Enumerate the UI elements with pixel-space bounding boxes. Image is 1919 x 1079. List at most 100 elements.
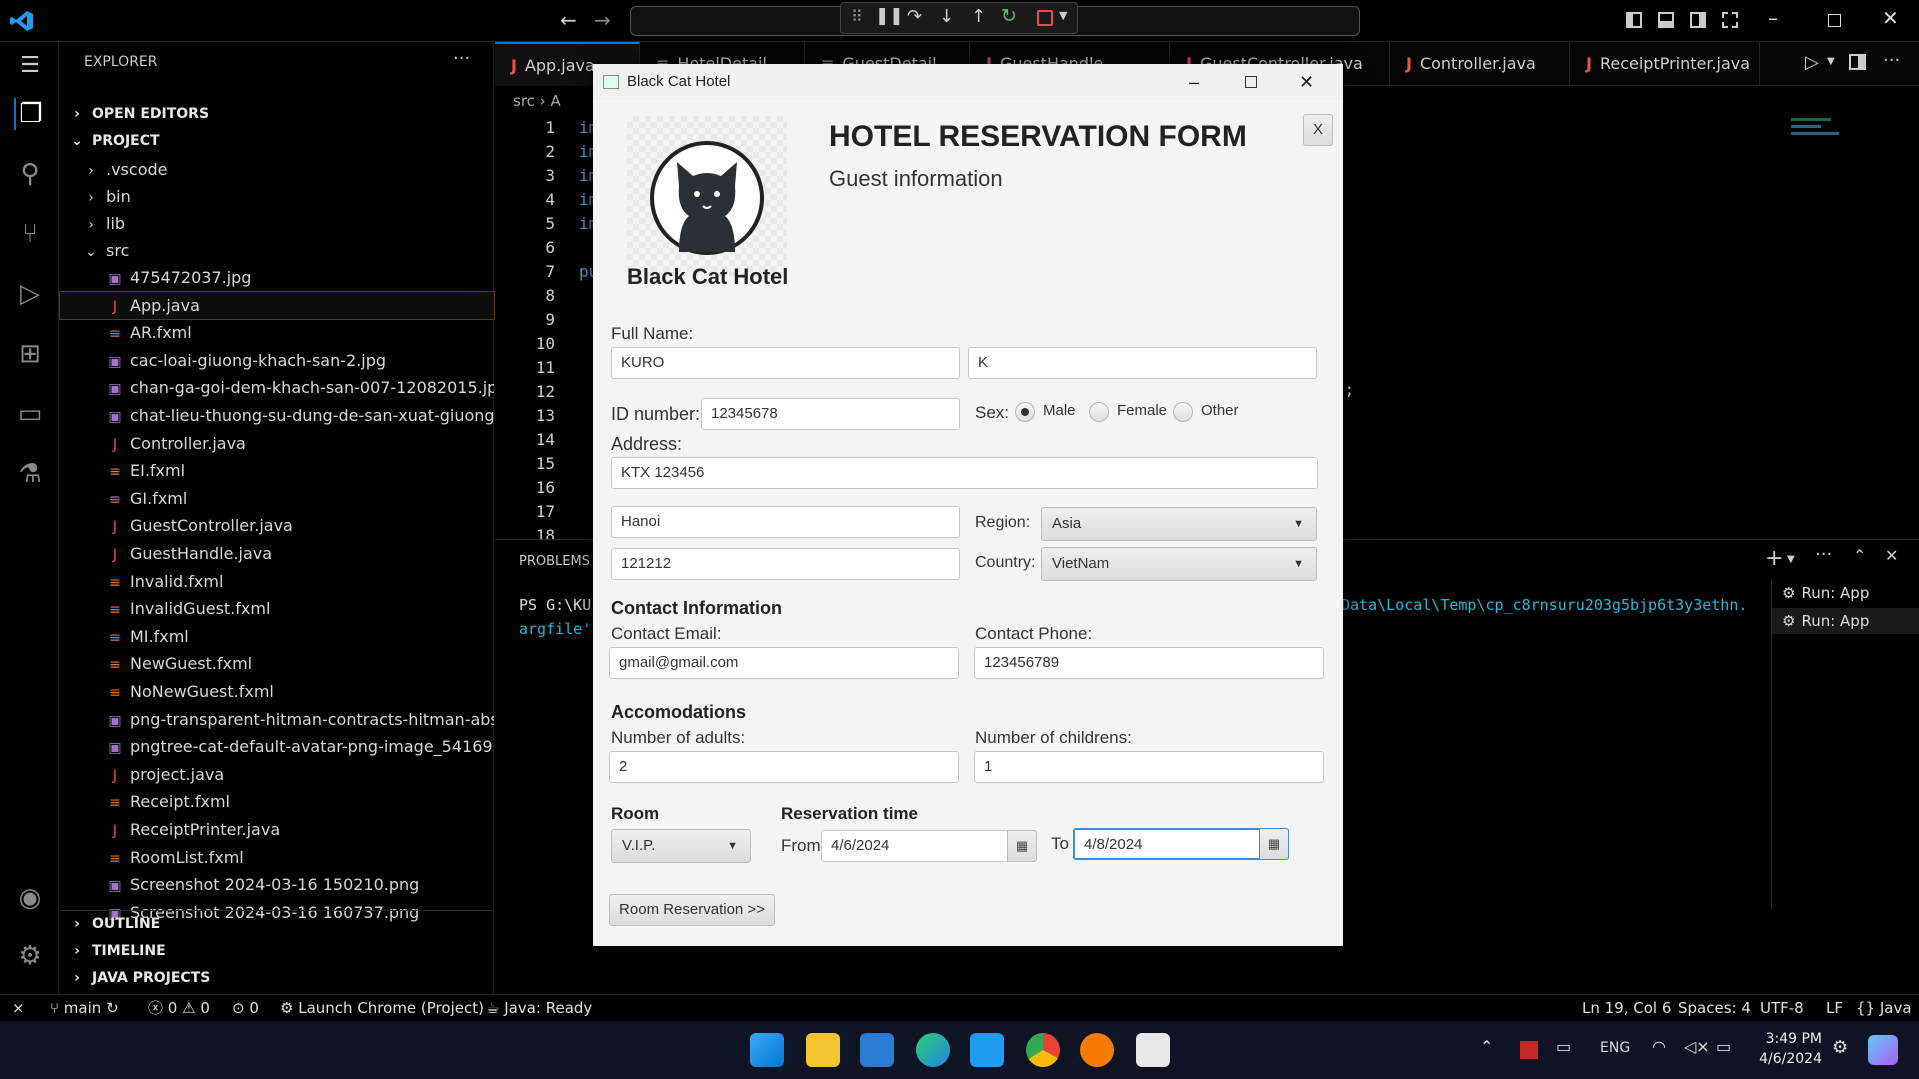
- vivaldi-tray-icon[interactable]: [1520, 1041, 1538, 1059]
- java-app-icon[interactable]: [1136, 1033, 1170, 1067]
- folder-lib[interactable]: › lib: [60, 210, 494, 237]
- tab-problems[interactable]: PROBLEMS: [519, 554, 590, 569]
- file-item[interactable]: ≡ RoomList.fxml: [60, 844, 494, 871]
- back-arrow-icon[interactable]: ←: [560, 8, 577, 32]
- calendar-icon[interactable]: ▦: [1007, 830, 1037, 862]
- close-panel-icon[interactable]: ✕: [1885, 546, 1898, 565]
- tab-receiptprinter[interactable]: J ReceiptPrinter.java: [1570, 42, 1760, 86]
- sex-male-radio[interactable]: [1015, 402, 1035, 422]
- restart-icon[interactable]: ↻: [1001, 5, 1017, 27]
- edge-icon[interactable]: [916, 1033, 950, 1067]
- customize-layout-icon[interactable]: [1722, 12, 1738, 28]
- clock[interactable]: 3:49 PM 4/6/2024: [1752, 1029, 1822, 1069]
- language-mode[interactable]: {} Java: [1856, 995, 1912, 1022]
- language-indicator[interactable]: ENG: [1600, 1040, 1630, 1056]
- ports-indicator[interactable]: ⊙ 0: [232, 995, 259, 1022]
- cursor-position[interactable]: Ln 19, Col 6: [1582, 995, 1671, 1022]
- close-icon[interactable]: ✕: [1882, 6, 1899, 30]
- encoding[interactable]: UTF-8: [1760, 995, 1804, 1022]
- file-item[interactable]: ▣ png-transparent-hitman-contracts-hitman…: [60, 706, 494, 733]
- file-item[interactable]: J App.java: [59, 290, 495, 320]
- project-section[interactable]: ⌄ PROJECT: [60, 128, 494, 155]
- run-icon[interactable]: ▷: [1805, 52, 1819, 73]
- run-debug-icon[interactable]: ▷: [14, 278, 46, 310]
- file-item[interactable]: ▣ Screenshot 2024-03-16 150210.png: [60, 871, 494, 898]
- remote-explorer-icon[interactable]: ▭: [14, 398, 46, 430]
- launch-config[interactable]: ⚙ Launch Chrome (Project): [280, 995, 484, 1022]
- copilot-icon[interactable]: [1868, 1035, 1898, 1065]
- file-item[interactable]: ▣ chan-ga-goi-dem-khach-san-007-12082015.…: [60, 374, 494, 401]
- mail-icon[interactable]: [860, 1033, 894, 1067]
- file-item[interactable]: ≡ Receipt.fxml: [60, 788, 494, 815]
- file-item[interactable]: ≡ NewGuest.fxml: [60, 650, 494, 677]
- room-select[interactable]: V.I.P. ▼: [611, 829, 751, 863]
- city-input[interactable]: Hanoi: [611, 506, 960, 538]
- maximize-icon[interactable]: [1245, 76, 1257, 88]
- problems-indicator[interactable]: ⓧ 0 ⚠ 0: [148, 995, 210, 1022]
- outline-section[interactable]: › OUTLINE: [60, 911, 494, 938]
- first-name-input[interactable]: KURO: [611, 347, 960, 379]
- settings-gear-icon[interactable]: ⚙: [14, 940, 46, 972]
- terminal-item[interactable]: ⚙ Run: App: [1772, 608, 1919, 634]
- sex-other-radio[interactable]: [1173, 402, 1193, 422]
- region-select[interactable]: Asia ▼: [1041, 507, 1317, 541]
- folder-src[interactable]: ⌄ src: [60, 237, 494, 264]
- toggle-sidebar-icon[interactable]: [1626, 12, 1642, 28]
- settings-tray-icon[interactable]: ⚙: [1832, 1037, 1848, 1058]
- sex-female-radio[interactable]: [1089, 402, 1109, 422]
- forward-arrow-icon[interactable]: →: [594, 8, 611, 32]
- step-over-icon[interactable]: ↷: [907, 6, 922, 27]
- chevron-down-icon[interactable]: ▼: [1827, 56, 1835, 67]
- battery-icon[interactable]: ▭: [1716, 1037, 1731, 1056]
- chevron-down-icon[interactable]: ▼: [1787, 554, 1795, 565]
- file-item[interactable]: ≡ GI.fxml: [60, 485, 494, 512]
- search-icon[interactable]: ⚲: [14, 158, 46, 190]
- more-actions-icon[interactable]: ···: [1883, 50, 1900, 71]
- email-input[interactable]: gmail@gmail.com: [609, 647, 959, 679]
- maximize-panel-icon[interactable]: ⌃: [1853, 546, 1866, 565]
- country-select[interactable]: VietNam ▼: [1041, 547, 1317, 581]
- address-input[interactable]: KTX 123456: [611, 457, 1318, 489]
- files-icon[interactable]: ❐: [14, 98, 46, 130]
- from-date-input[interactable]: 4/6/2024: [821, 830, 1009, 862]
- vscode-icon[interactable]: [970, 1033, 1004, 1067]
- stop-icon[interactable]: [1037, 10, 1053, 26]
- start-icon[interactable]: [750, 1033, 784, 1067]
- postal-code-input[interactable]: 121212: [611, 548, 960, 580]
- file-item[interactable]: ▣ pngtree-cat-default-avatar-png-image_54…: [60, 733, 494, 760]
- chrome-icon[interactable]: [1026, 1033, 1060, 1067]
- chevron-up-icon[interactable]: ⌃: [1480, 1037, 1493, 1056]
- timeline-section[interactable]: › TIMELINE: [60, 938, 494, 965]
- file-item[interactable]: J GuestController.java: [60, 512, 494, 539]
- more-actions-icon[interactable]: ···: [453, 48, 470, 69]
- file-item[interactable]: Jproject.java: [60, 761, 494, 788]
- file-item[interactable]: ▣ chat-lieu-thuong-su-dung-de-san-xuat-gi…: [60, 402, 494, 429]
- window-titlebar[interactable]: Black Cat Hotel – ✕: [593, 64, 1343, 100]
- room-reservation-button[interactable]: Room Reservation >>: [609, 894, 775, 926]
- file-item[interactable]: J Controller.java: [60, 430, 494, 457]
- chevron-down-icon[interactable]: ▼: [1059, 9, 1067, 22]
- indentation[interactable]: Spaces: 4: [1678, 995, 1751, 1022]
- file-item[interactable]: ≡ InvalidGuest.fxml: [60, 595, 494, 622]
- to-date-input[interactable]: 4/8/2024: [1073, 828, 1261, 860]
- close-form-button[interactable]: X: [1303, 114, 1333, 146]
- split-editor-icon[interactable]: [1849, 54, 1866, 70]
- branch-indicator[interactable]: ⑂ main ↻: [50, 995, 119, 1022]
- toggle-panel-icon[interactable]: [1658, 12, 1674, 28]
- close-icon[interactable]: ✕: [1299, 64, 1314, 100]
- file-item[interactable]: J ReceiptPrinter.java: [60, 816, 494, 843]
- calendar-icon[interactable]: ▦: [1259, 828, 1289, 860]
- menu-icon[interactable]: ☰: [14, 50, 46, 82]
- id-number-input[interactable]: 12345678: [701, 398, 960, 430]
- file-item[interactable]: ▣ cac-loai-giuong-khach-san-2.jpg: [60, 347, 494, 374]
- phone-input[interactable]: 123456789: [974, 647, 1324, 679]
- file-item[interactable]: ≡ EI.fxml: [60, 457, 494, 484]
- step-out-icon[interactable]: ↑: [971, 6, 986, 27]
- wifi-icon[interactable]: ◠: [1652, 1037, 1666, 1056]
- adults-input[interactable]: 2: [609, 751, 959, 783]
- terminal-item[interactable]: ⚙ Run: App: [1782, 580, 1919, 606]
- testing-icon[interactable]: ⚗: [14, 458, 46, 490]
- file-item[interactable]: ≡ Invalid.fxml: [60, 568, 494, 595]
- toggle-secondary-sidebar-icon[interactable]: [1690, 12, 1706, 28]
- children-input[interactable]: 1: [974, 751, 1324, 783]
